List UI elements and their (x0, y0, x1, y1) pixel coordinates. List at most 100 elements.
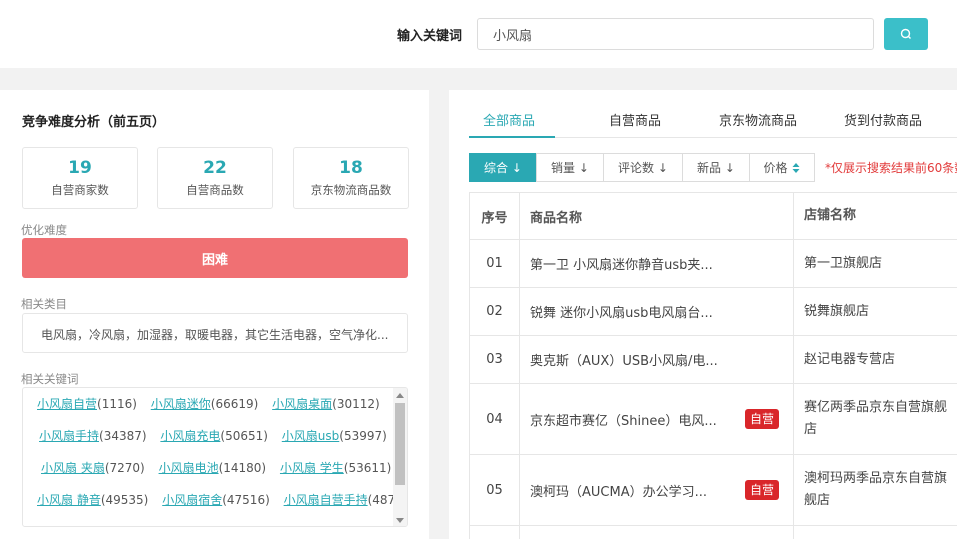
table-row[interactable]: 03 奥克斯（AUX）USB小风扇/电... 赵记电器专营店 (469, 336, 957, 384)
related-keywords-label: 相关关键词 (21, 372, 79, 386)
table-row[interactable]: 05 澳柯玛（AUCMA）办公学习... 自营 澳柯玛两季品京东自营旗舰店 (469, 455, 957, 526)
keyword-link[interactable]: 小风扇 夹扇 (41, 461, 105, 475)
stat-label: 自营商品数 (186, 183, 244, 197)
stat-self-products: 22 自营商品数 (157, 147, 273, 209)
table-row[interactable]: 02 锐舞 迷你小风扇usb电风扇台... 锐舞旗舰店 (469, 288, 957, 336)
sort-sales-button[interactable]: 销量 ↓ (536, 153, 604, 182)
sort-updown-icon (792, 162, 799, 173)
keyword-item: 小风扇自营手持(487) (284, 493, 400, 507)
sort-reviews-button[interactable]: 评论数 ↓ (603, 153, 683, 182)
product-name-cell: 澳柯玛（AUCMA）办公学习... 自营 (520, 455, 794, 525)
keyword-count: (34387) (99, 429, 147, 443)
sort-label: 销量 (551, 161, 576, 175)
sort-down-icon: ↓ (508, 160, 522, 175)
sort-label: 综合 (484, 161, 509, 175)
product-name-cell: 京东超市赛亿（Shinee）电风... 自营 (520, 384, 794, 454)
keyword-link[interactable]: 小风扇自营手持 (284, 493, 368, 507)
keyword-count: (30112) (332, 397, 380, 411)
shop-name: 赵记电器专营店 (804, 351, 896, 367)
keyword-count: (47516) (222, 493, 270, 507)
keyword-item: 小风扇自营(1116) (37, 397, 137, 411)
shop-name: 锐舞旗舰店 (804, 303, 870, 319)
keyword-link[interactable]: 小风扇电池 (159, 461, 219, 475)
panel-title: 竞争难度分析（前五页） (22, 115, 166, 130)
keyword-item: 小风扇桌面(30112) (272, 397, 380, 411)
product-name[interactable]: 锐舞 迷你小风扇usb电风扇台... (530, 302, 713, 321)
keyword-count: (50651) (220, 429, 268, 443)
product-name[interactable]: 京东超市赛亿（Shinee）电风... (530, 410, 717, 429)
product-name[interactable]: 奥克斯（AUX）USB小风扇/电... (530, 350, 718, 369)
row-number: 04 (470, 384, 520, 454)
keyword-item: 小风扇 静音(49535) (37, 493, 148, 507)
sort-label: 评论数 (618, 161, 655, 175)
product-name[interactable]: 第一卫 小风扇迷你静音usb夹... (530, 254, 713, 273)
tab-all-products[interactable]: 全部商品 (483, 110, 535, 129)
keyword-row: 小风扇 静音(49535) 小风扇宿舍(47516) 小风扇自营手持(487) (23, 484, 400, 516)
tab-self-products[interactable]: 自营商品 (609, 110, 661, 129)
keyword-link[interactable]: 小风扇迷你 (151, 397, 211, 411)
scroll-up-icon[interactable] (396, 393, 404, 398)
tab-cash-on-delivery[interactable]: 货到付款商品 (844, 110, 922, 129)
keyword-link[interactable]: 小风扇 静音 (37, 493, 101, 507)
sort-label: 价格 (763, 161, 788, 175)
competition-analysis-panel: 竞争难度分析（前五页） 19 自营商家数 22 自营商品数 18 京东物流商品数… (0, 90, 429, 539)
product-name-cell: 第一卫 小风扇迷你静音usb夹... (520, 240, 794, 287)
shop-name: 赛亿两季品京东自营旗舰店 (804, 400, 948, 437)
sort-price-button[interactable]: 价格 (749, 153, 815, 182)
keyword-count: (66619) (210, 397, 259, 411)
sort-default-button[interactable]: 综合 ↓ (469, 153, 537, 182)
shop-name: 澳柯玛两季品京东自营旗舰店 (804, 471, 948, 508)
keyword-link[interactable]: 小风扇 学生 (280, 461, 344, 475)
search-icon (900, 28, 911, 39)
stat-self-merchants: 19 自营商家数 (22, 147, 138, 209)
row-number: 03 (470, 336, 520, 383)
keyword-count: (49535) (100, 493, 149, 507)
keyword-count: (53611) (343, 461, 392, 475)
col-header-name: 商品名称 (520, 193, 794, 239)
keyword-link[interactable]: 小风扇充电 (160, 429, 220, 443)
keyword-list: 小风扇自营(1116) 小风扇迷你(66619) 小风扇桌面(30112) 小风… (23, 388, 400, 516)
table-header-row: 序号 商品名称 店铺名称 (469, 193, 957, 240)
top-search-bar: 输入关键词 (0, 0, 957, 68)
scroll-thumb[interactable] (395, 403, 405, 485)
sort-down-icon: ↓ (575, 160, 589, 175)
col-header-no: 序号 (470, 193, 520, 239)
keyword-scrollbar[interactable] (393, 388, 407, 526)
product-tabs: 全部商品 自营商品 京东物流商品 货到付款商品 (469, 98, 957, 138)
keyword-link[interactable]: 小风扇手持 (39, 429, 99, 443)
table-row[interactable]: 01 第一卫 小风扇迷你静音usb夹... 第一卫旗舰店 (469, 240, 957, 288)
keyword-item: 小风扇 夹扇(7270) (41, 461, 145, 475)
product-name-cell: 锐舞 迷你小风扇usb电风扇台... (520, 288, 794, 335)
related-keywords-box[interactable]: 小风扇自营(1116) 小风扇迷你(66619) 小风扇桌面(30112) 小风… (22, 387, 408, 527)
search-button[interactable] (884, 18, 928, 50)
category-label: 相关类目 (21, 297, 67, 311)
keyword-count: (14180) (218, 461, 267, 475)
keyword-link[interactable]: 小风扇桌面 (272, 397, 332, 411)
table-row[interactable] (469, 526, 957, 539)
stat-label: 自营商家数 (51, 183, 109, 197)
stat-value: 22 (203, 158, 227, 178)
product-list-panel: 全部商品 自营商品 京东物流商品 货到付款商品 综合 ↓ 销量 ↓ 评论数 ↓ … (449, 90, 957, 539)
stat-value: 18 (339, 158, 363, 178)
shop-name: 第一卫旗舰店 (804, 255, 883, 271)
active-tab-indicator (469, 136, 555, 138)
keyword-row: 小风扇 夹扇(7270) 小风扇电池(14180) 小风扇 学生(53611) (23, 452, 395, 484)
keyword-item: 小风扇usb(53997) (282, 429, 387, 443)
result-limit-notice: *仅展示搜索结果前60条数据 (825, 161, 957, 175)
keyword-link[interactable]: 小风扇宿舍 (162, 493, 222, 507)
tab-jd-logistics[interactable]: 京东物流商品 (719, 110, 797, 129)
keyword-input[interactable] (477, 18, 874, 50)
sort-down-icon: ↓ (654, 160, 668, 175)
table-row[interactable]: 04 京东超市赛亿（Shinee）电风... 自营 赛亿两季品京东自营旗舰店 (469, 384, 957, 455)
product-name[interactable]: 澳柯玛（AUCMA）办公学习... (530, 481, 707, 500)
self-operated-badge: 自营 (744, 480, 779, 500)
product-name-cell: 奥克斯（AUX）USB小风扇/电... (520, 336, 794, 383)
scroll-down-icon[interactable] (396, 518, 404, 523)
keyword-count: (7270) (104, 461, 145, 475)
col-header-shop: 店铺名称 (804, 208, 857, 223)
keyword-row: 小风扇自营(1116) 小风扇迷你(66619) 小风扇桌面(30112) (23, 388, 395, 420)
keyword-item: 小风扇迷你(66619) (151, 397, 259, 411)
sort-new-button[interactable]: 新品 ↓ (682, 153, 750, 182)
keyword-link[interactable]: 小风扇自营 (37, 397, 97, 411)
keyword-link[interactable]: 小风扇usb (282, 429, 339, 443)
